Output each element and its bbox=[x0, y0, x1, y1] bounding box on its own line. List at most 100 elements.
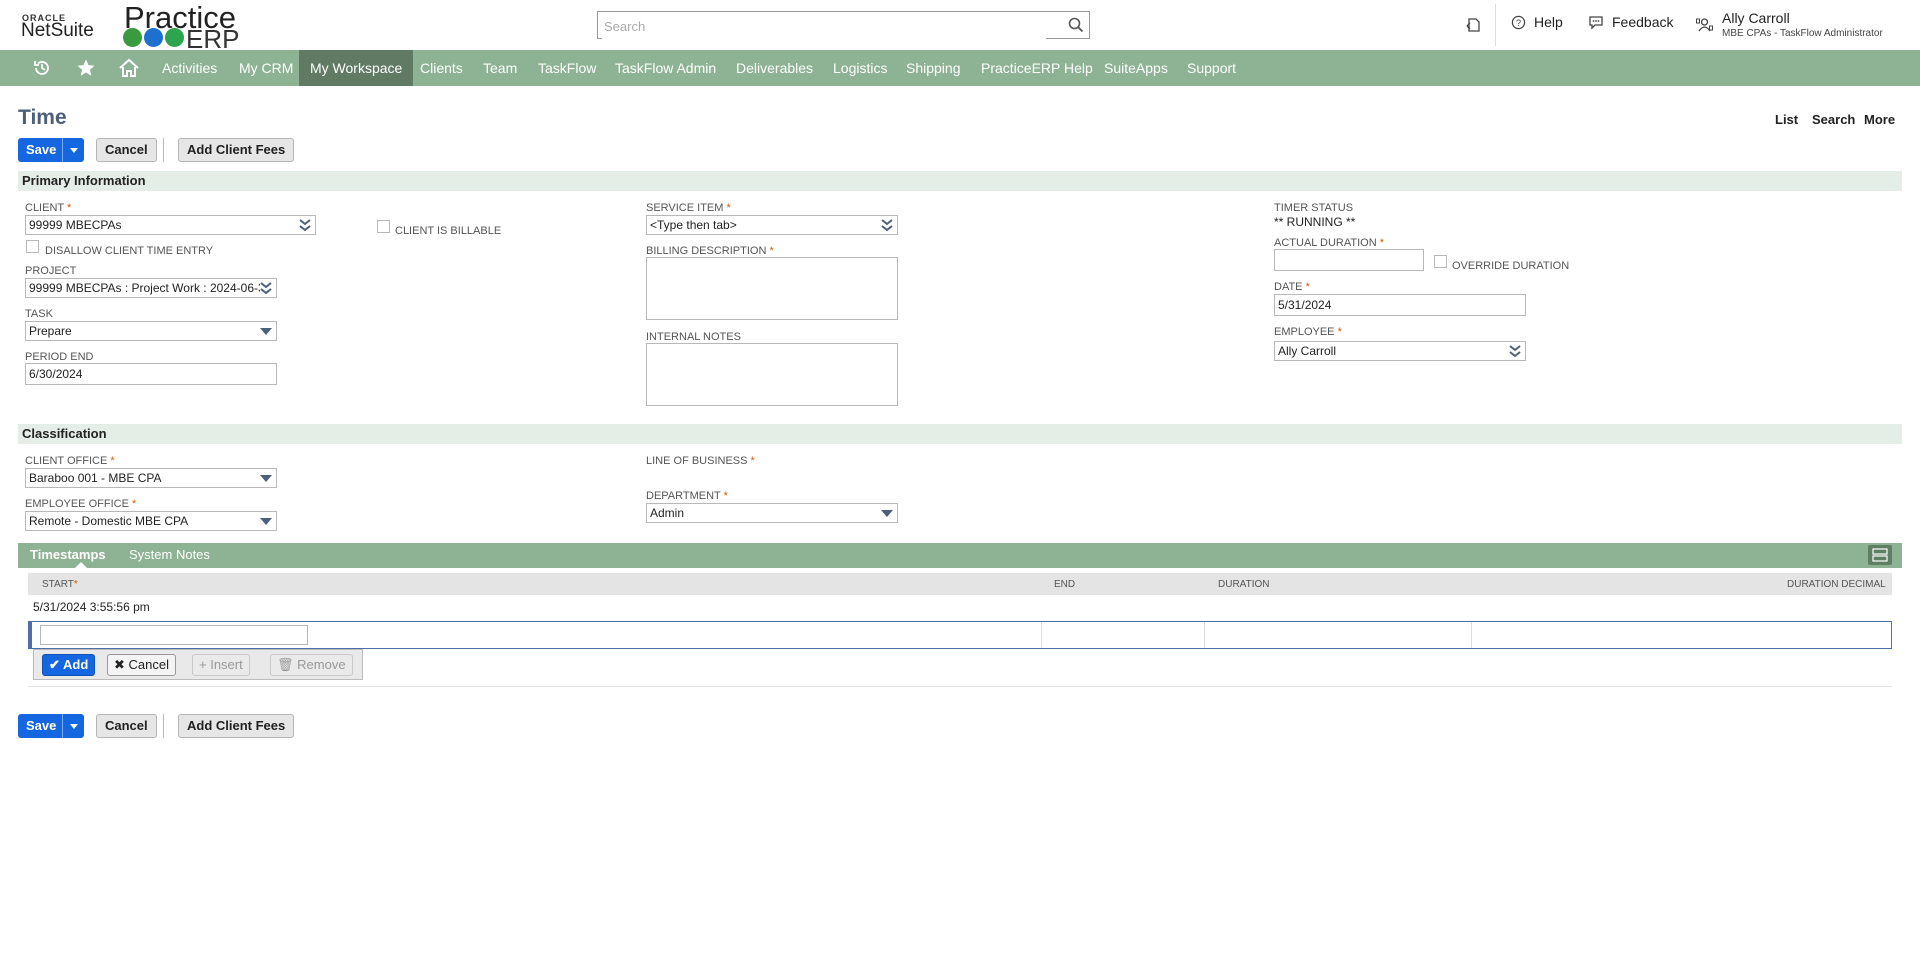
client-select[interactable]: 99999 MBECPAs bbox=[25, 215, 316, 235]
search-input[interactable] bbox=[602, 13, 1046, 39]
search-icon[interactable] bbox=[1067, 16, 1085, 34]
client-office-select[interactable]: Baraboo 001 - MBE CPA bbox=[25, 468, 277, 488]
employee-select[interactable]: Ally Carroll bbox=[1274, 341, 1526, 361]
actual-duration-field[interactable] bbox=[1274, 249, 1424, 271]
nav-my-workspace[interactable]: My Workspace bbox=[299, 50, 414, 86]
cancel-button[interactable]: Cancel bbox=[96, 138, 157, 162]
cancel-button-bottom[interactable]: Cancel bbox=[96, 714, 157, 738]
employee-office-select[interactable]: Remote - Domestic MBE CPA bbox=[25, 511, 277, 531]
client-is-billable-checkbox bbox=[377, 220, 390, 233]
top-bar: ORACLE NetSuite Practice ERP ? Help Feed… bbox=[0, 0, 1920, 54]
timestamps-grid-header: START* END DURATION DURATION DECIMAL bbox=[28, 573, 1892, 595]
task-label: TASK bbox=[25, 308, 53, 320]
double-chevron-down-icon[interactable] bbox=[1509, 344, 1521, 358]
column-start[interactable]: START* bbox=[42, 579, 78, 590]
table-row[interactable]: 5/31/2024 3:55:56 pm bbox=[28, 595, 1892, 620]
add-row-button[interactable]: ✔ Add bbox=[42, 654, 96, 676]
nav-support[interactable]: Support bbox=[1176, 50, 1247, 86]
nav-team[interactable]: Team bbox=[472, 50, 528, 86]
insert-row-label: Insert bbox=[210, 657, 243, 672]
disallow-client-time-checkbox[interactable] bbox=[26, 240, 39, 253]
help-icon: ? bbox=[1511, 15, 1526, 29]
add-client-fees-button-bottom[interactable]: Add Client Fees bbox=[178, 714, 295, 738]
nav-deliverables[interactable]: Deliverables bbox=[725, 50, 824, 86]
client-office-value: Baraboo 001 - MBE CPA bbox=[29, 471, 162, 485]
close-icon: ✖ bbox=[114, 657, 125, 672]
help-link[interactable]: ? Help bbox=[1511, 14, 1563, 30]
logo-dot-green-icon bbox=[123, 28, 142, 47]
nav-activities[interactable]: Activities bbox=[151, 50, 228, 86]
user-roles-icon[interactable] bbox=[1696, 17, 1713, 33]
column-end[interactable]: END bbox=[1054, 579, 1075, 590]
save-button-bottom[interactable]: Save bbox=[18, 714, 65, 738]
row-start-value: 5/31/2024 3:55:56 pm bbox=[33, 600, 150, 614]
chevron-down-icon bbox=[260, 518, 272, 525]
column-duration-decimal[interactable]: DURATION DECIMAL bbox=[1787, 579, 1886, 590]
cancel-row-button[interactable]: ✖ Cancel bbox=[107, 654, 176, 676]
project-value: 99999 MBECPAs : Project Work : 2024-06-3 bbox=[29, 281, 265, 295]
save-options-dropdown[interactable] bbox=[62, 138, 84, 162]
trash-icon: 🗑 bbox=[277, 657, 294, 672]
search-link[interactable]: Search bbox=[1812, 112, 1855, 127]
department-label: DEPARTMENT * bbox=[646, 490, 728, 502]
more-link[interactable]: More bbox=[1864, 112, 1895, 127]
feedback-icon bbox=[1589, 15, 1603, 30]
nav-suiteapps[interactable]: SuiteApps bbox=[1093, 50, 1179, 86]
collapse-tabs-icon[interactable] bbox=[1868, 545, 1892, 565]
nav-taskflow-admin[interactable]: TaskFlow Admin bbox=[604, 50, 727, 86]
task-select[interactable]: Prepare bbox=[25, 321, 277, 341]
internal-notes-textarea[interactable] bbox=[646, 343, 898, 406]
override-duration-checkbox[interactable] bbox=[1434, 255, 1447, 268]
classification-header[interactable]: Classification bbox=[18, 424, 1902, 444]
employee-value: Ally Carroll bbox=[1278, 344, 1337, 358]
save-options-dropdown-bottom[interactable] bbox=[62, 714, 84, 738]
nav-taskflow[interactable]: TaskFlow bbox=[527, 50, 607, 86]
user-name[interactable]: Ally Carroll bbox=[1722, 10, 1790, 26]
subtab-bar: Timestamps System Notes bbox=[18, 543, 1902, 568]
double-chevron-down-icon[interactable] bbox=[299, 218, 311, 232]
start-input[interactable] bbox=[40, 625, 308, 645]
period-end-field[interactable]: 6/30/2024 bbox=[25, 363, 277, 385]
billing-description-label: BILLING DESCRIPTION * bbox=[646, 245, 774, 257]
nav-practiceerp-help[interactable]: PracticeERP Help bbox=[970, 50, 1104, 86]
nav-shipping[interactable]: Shipping bbox=[895, 50, 972, 86]
recent-icon[interactable] bbox=[32, 58, 52, 78]
save-button[interactable]: Save bbox=[18, 138, 65, 162]
client-value: 99999 MBECPAs bbox=[29, 218, 122, 232]
feedback-link[interactable]: Feedback bbox=[1588, 14, 1673, 30]
nav-logistics[interactable]: Logistics bbox=[822, 50, 898, 86]
add-client-fees-button[interactable]: Add Client Fees bbox=[178, 138, 295, 162]
nav-clients[interactable]: Clients bbox=[409, 50, 474, 86]
service-item-select[interactable]: <Type then tab> bbox=[646, 215, 898, 235]
double-chevron-down-icon[interactable] bbox=[881, 218, 893, 232]
service-item-label: SERVICE ITEM * bbox=[646, 202, 731, 214]
project-select[interactable]: 99999 MBECPAs : Project Work : 2024-06-3 bbox=[25, 278, 277, 298]
double-chevron-down-icon[interactable] bbox=[260, 281, 272, 295]
primary-information-header[interactable]: Primary Information bbox=[18, 171, 1902, 191]
billing-description-textarea[interactable] bbox=[646, 257, 898, 320]
page-title: Time bbox=[18, 106, 67, 129]
home-icon[interactable] bbox=[118, 58, 140, 78]
insert-row-button[interactable]: + Insert bbox=[192, 654, 250, 676]
edit-row[interactable] bbox=[28, 621, 1892, 649]
employee-office-value: Remote - Domestic MBE CPA bbox=[29, 514, 189, 528]
global-search[interactable] bbox=[597, 11, 1090, 39]
tab-timestamps[interactable]: Timestamps bbox=[30, 547, 106, 562]
active-tab-pointer bbox=[75, 562, 87, 568]
tab-system-notes[interactable]: System Notes bbox=[129, 547, 210, 562]
client-is-billable-label: CLIENT IS BILLABLE bbox=[395, 225, 502, 237]
list-link[interactable]: List bbox=[1775, 112, 1798, 127]
user-role[interactable]: MBE CPAs - TaskFlow Administrator bbox=[1722, 28, 1883, 39]
date-field[interactable]: 5/31/2024 bbox=[1274, 294, 1526, 316]
netsuite-logo-text[interactable]: NetSuite bbox=[21, 20, 94, 42]
employee-label: EMPLOYEE * bbox=[1274, 326, 1342, 338]
nav-my-crm[interactable]: My CRM bbox=[228, 50, 304, 86]
internal-notes-label: INTERNAL NOTES bbox=[646, 331, 741, 343]
column-duration[interactable]: DURATION bbox=[1218, 579, 1269, 590]
department-select[interactable]: Admin bbox=[646, 503, 898, 523]
recent-records-icon[interactable] bbox=[1466, 17, 1482, 33]
cell-divider bbox=[1471, 622, 1472, 648]
favorites-star-icon[interactable] bbox=[76, 58, 96, 78]
remove-row-button[interactable]: 🗑 Remove bbox=[270, 654, 353, 676]
override-duration-label: OVERRIDE DURATION bbox=[1452, 260, 1570, 272]
